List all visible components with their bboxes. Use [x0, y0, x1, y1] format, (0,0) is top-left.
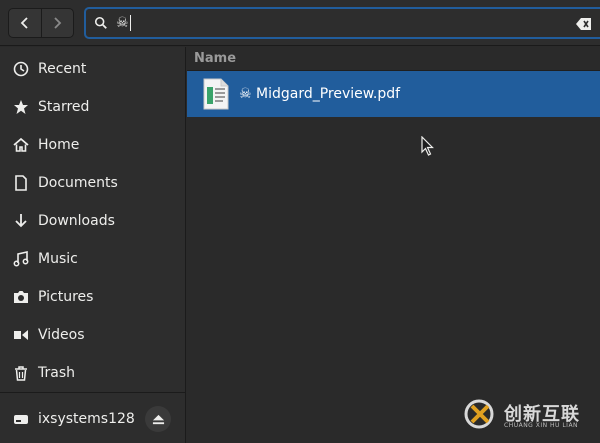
video-icon: [13, 327, 29, 343]
sidebar-divider: [0, 392, 186, 393]
mouse-pointer-icon: [421, 135, 435, 156]
camera-icon: [13, 289, 29, 305]
back-button[interactable]: [9, 9, 41, 37]
star-icon: [13, 99, 29, 115]
sidebar-item-recent[interactable]: Recent: [0, 50, 186, 88]
sidebar-item-pictures[interactable]: Pictures: [0, 278, 186, 316]
sidebar: Recent Starred Home Documents Downloads …: [0, 47, 186, 443]
sidebar-item-videos[interactable]: Videos: [0, 316, 186, 354]
sidebar-item-label: Pictures: [38, 289, 94, 305]
clock-icon: [13, 61, 29, 77]
chevron-left-icon: [20, 17, 28, 29]
eject-button[interactable]: [145, 406, 171, 432]
sidebar-item-label: Downloads: [38, 213, 115, 229]
eject-icon: [152, 414, 164, 424]
sidebar-device-ixsystems128[interactable]: ixsystems128: [0, 400, 186, 438]
search-icon: [94, 15, 110, 31]
music-icon: [13, 251, 29, 267]
sidebar-item-home[interactable]: Home: [0, 126, 186, 164]
chevron-right-icon: [54, 17, 62, 29]
sidebar-item-downloads[interactable]: Downloads: [0, 202, 186, 240]
forward-button[interactable]: [40, 9, 73, 37]
column-header-name[interactable]: Name: [187, 47, 600, 71]
file-name: ☠ Midgard_Preview.pdf: [239, 86, 401, 102]
watermark-text-en: CHUANG XIN HU LIAN: [504, 422, 579, 429]
watermark-logo: 创新互联 CHUANG XIN HU LIAN: [462, 398, 596, 434]
sidebar-item-starred[interactable]: Starred: [0, 88, 186, 126]
sidebar-item-label: Starred: [38, 99, 90, 115]
sidebar-item-label: Trash: [38, 365, 75, 381]
sidebar-item-documents[interactable]: Documents: [0, 164, 186, 202]
drive-icon: [13, 411, 29, 427]
sidebar-device-label: ixsystems128: [38, 411, 135, 427]
clear-search-icon[interactable]: [576, 16, 592, 30]
navigation-buttons: [8, 8, 74, 38]
download-icon: [13, 213, 29, 229]
sidebar-item-trash[interactable]: Trash: [0, 354, 186, 392]
search-query: ☠: [116, 15, 131, 31]
sidebar-item-label: Recent: [38, 61, 87, 77]
pdf-document-icon: [203, 78, 229, 110]
search-input[interactable]: ☠: [84, 7, 600, 39]
document-icon: [13, 175, 29, 191]
sidebar-item-label: Home: [38, 137, 80, 153]
sidebar-item-label: Music: [38, 251, 78, 267]
trash-icon: [13, 365, 29, 381]
file-list-view: Name ☠ Midgard_Preview.pdf: [187, 47, 600, 443]
file-row[interactable]: ☠ Midgard_Preview.pdf: [187, 71, 600, 117]
home-icon: [13, 137, 29, 153]
brand-logo-icon: [464, 399, 494, 429]
sidebar-item-label: Videos: [38, 327, 85, 343]
sidebar-item-label: Documents: [38, 175, 118, 191]
header-bar: ☠: [0, 0, 600, 46]
sidebar-item-music[interactable]: Music: [0, 240, 186, 278]
